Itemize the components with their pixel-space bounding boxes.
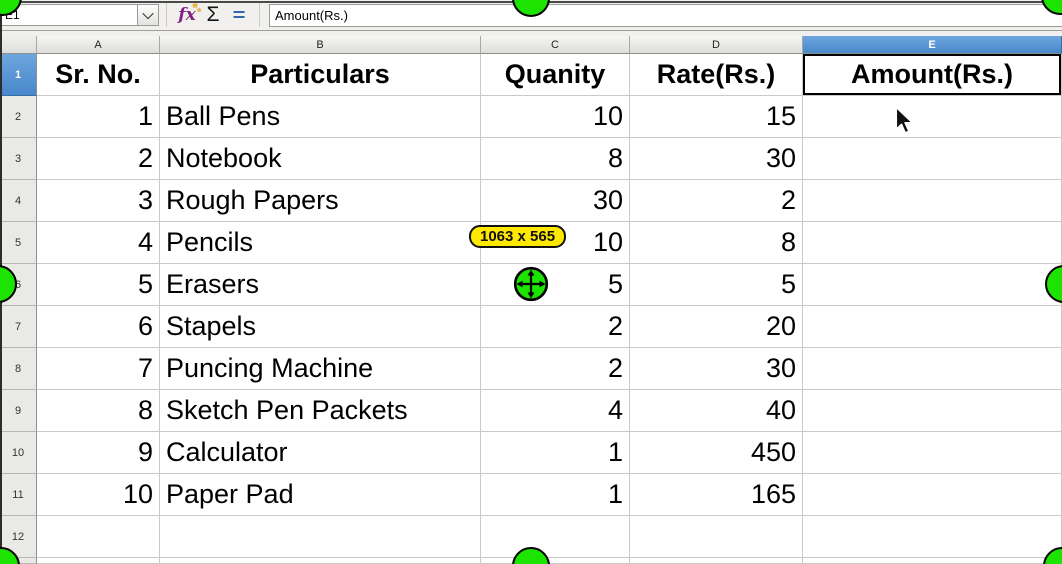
cell-amount[interactable]: [803, 348, 1062, 390]
column-header-a[interactable]: A: [37, 36, 160, 54]
cell-empty[interactable]: [630, 516, 803, 558]
cell-particulars[interactable]: Ball Pens: [160, 96, 481, 138]
row-header[interactable]: 4: [0, 180, 37, 222]
cell-sr-no[interactable]: 7: [37, 348, 160, 390]
cell-empty[interactable]: [160, 516, 481, 558]
formula-input-line[interactable]: [269, 4, 1062, 27]
row-header[interactable]: 7: [0, 306, 37, 348]
cell-amount[interactable]: [803, 180, 1062, 222]
function-wizard-icon: fx ★ ★: [178, 5, 195, 25]
cell-particulars[interactable]: Erasers: [160, 264, 481, 306]
cell-particulars[interactable]: Paper Pad: [160, 474, 481, 516]
row-header[interactable]: 1: [0, 54, 37, 96]
cell-header-rate[interactable]: Rate(Rs.): [630, 54, 803, 96]
cell-amount[interactable]: [803, 222, 1062, 264]
cell-rate[interactable]: 5: [630, 264, 803, 306]
cell-particulars[interactable]: Calculator: [160, 432, 481, 474]
capture-size-tooltip: 1063 x 565: [469, 225, 566, 248]
cell-quantity[interactable]: 4: [481, 390, 630, 432]
column-header-e[interactable]: E: [803, 36, 1062, 54]
chevron-down-icon: [142, 8, 153, 19]
cell-rate[interactable]: 450: [630, 432, 803, 474]
row-header[interactable]: 3: [0, 138, 37, 180]
row-header[interactable]: 10: [0, 432, 37, 474]
cell-amount[interactable]: [803, 264, 1062, 306]
cell-sr-no[interactable]: 3: [37, 180, 160, 222]
cell-amount[interactable]: [803, 306, 1062, 348]
star-icon: ★: [196, 7, 201, 14]
cell-header-sr-no[interactable]: Sr. No.: [37, 54, 160, 96]
cell-header-particulars[interactable]: Particulars: [160, 54, 481, 96]
cell-empty[interactable]: [37, 558, 160, 564]
column-header-b[interactable]: B: [160, 36, 481, 54]
cell-sr-no[interactable]: 4: [37, 222, 160, 264]
cell-rate[interactable]: 2: [630, 180, 803, 222]
cell-amount[interactable]: [803, 474, 1062, 516]
cell-amount[interactable]: [803, 96, 1062, 138]
sum-button[interactable]: Σ: [200, 2, 226, 28]
cell-sr-no[interactable]: 10: [37, 474, 160, 516]
cell-sr-no[interactable]: 9: [37, 432, 160, 474]
cell-empty[interactable]: [630, 558, 803, 564]
column-header-d[interactable]: D: [630, 36, 803, 54]
cell-header-quantity[interactable]: Quanity: [481, 54, 630, 96]
name-box-group: [0, 4, 159, 26]
cell-reference-input[interactable]: [0, 4, 138, 26]
cell-rate[interactable]: 165: [630, 474, 803, 516]
cell-empty[interactable]: [803, 516, 1062, 558]
cell-quantity[interactable]: 8: [481, 138, 630, 180]
cell-particulars[interactable]: Rough Papers: [160, 180, 481, 222]
function-wizard-button[interactable]: fx ★ ★: [174, 2, 200, 28]
cell-rate[interactable]: 20: [630, 306, 803, 348]
cell-particulars[interactable]: Notebook: [160, 138, 481, 180]
row-header[interactable]: 5: [0, 222, 37, 264]
cell-quantity[interactable]: 30: [481, 180, 630, 222]
row-header[interactable]: 8: [0, 348, 37, 390]
sigma-icon: Σ: [207, 3, 220, 27]
cell-empty[interactable]: [160, 558, 481, 564]
cell-empty[interactable]: [481, 558, 630, 564]
column-header-c[interactable]: C: [481, 36, 630, 54]
cell-rate[interactable]: 15: [630, 96, 803, 138]
spreadsheet-app: fx ★ ★ Σ = A B C D E 1 Sr. No. Particula…: [0, 0, 1062, 564]
equals-icon: =: [233, 4, 246, 26]
cell-quantity[interactable]: 1: [481, 432, 630, 474]
cell-quantity[interactable]: 1: [481, 474, 630, 516]
cell-rate[interactable]: 40: [630, 390, 803, 432]
cell-particulars[interactable]: Sketch Pen Packets: [160, 390, 481, 432]
cell-particulars[interactable]: Stapels: [160, 306, 481, 348]
cell-quantity[interactable]: 2: [481, 348, 630, 390]
cell-particulars[interactable]: Pencils: [160, 222, 481, 264]
cell-empty[interactable]: [481, 516, 630, 558]
formula-button[interactable]: =: [226, 2, 252, 28]
cell-rate[interactable]: 30: [630, 348, 803, 390]
cell-sr-no[interactable]: 6: [37, 306, 160, 348]
row-header[interactable]: 9: [0, 390, 37, 432]
cell-quantity[interactable]: 5: [481, 264, 630, 306]
row-header[interactable]: 2: [0, 96, 37, 138]
row-header[interactable]: 11: [0, 474, 37, 516]
cell-empty[interactable]: [37, 516, 160, 558]
cell-amount[interactable]: [803, 390, 1062, 432]
name-box-dropdown-button[interactable]: [138, 4, 159, 26]
cell-rate[interactable]: 8: [630, 222, 803, 264]
toolbar-separator: [259, 3, 260, 27]
cell-amount[interactable]: [803, 432, 1062, 474]
select-all-corner[interactable]: [0, 36, 37, 54]
cell-empty[interactable]: [803, 558, 1062, 564]
cell-quantity[interactable]: 2: [481, 306, 630, 348]
cell-header-amount-selected[interactable]: Amount(Rs.): [803, 54, 1062, 96]
cell-sr-no[interactable]: 5: [37, 264, 160, 306]
toolbar-separator: [166, 3, 167, 27]
cell-sr-no[interactable]: 2: [37, 138, 160, 180]
cell-amount[interactable]: [803, 138, 1062, 180]
cell-sr-no[interactable]: 8: [37, 390, 160, 432]
cell-rate[interactable]: 30: [630, 138, 803, 180]
cell-quantity[interactable]: 10: [481, 96, 630, 138]
move-handle-icon[interactable]: [513, 266, 549, 302]
cell-particulars[interactable]: Puncing Machine: [160, 348, 481, 390]
cell-sr-no[interactable]: 1: [37, 96, 160, 138]
